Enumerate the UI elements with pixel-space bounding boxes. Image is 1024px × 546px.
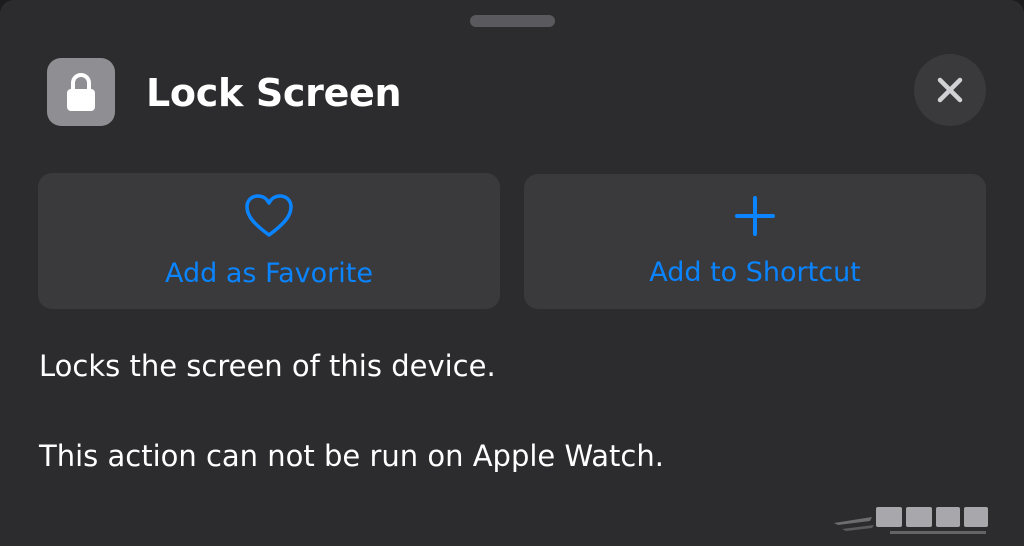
add-to-shortcut-button[interactable]: Add to Shortcut	[524, 174, 986, 309]
action-description: Locks the screen of this device.	[39, 349, 496, 383]
add-as-favorite-label: Add as Favorite	[165, 258, 373, 289]
action-restriction-note: This action can not be run on Apple Watc…	[39, 439, 664, 473]
plus-icon	[733, 194, 777, 242]
add-to-shortcut-label: Add to Shortcut	[649, 257, 861, 288]
close-button[interactable]	[914, 54, 986, 126]
lock-icon	[47, 58, 115, 126]
add-as-favorite-button[interactable]: Add as Favorite	[38, 173, 500, 309]
sheet-title: Lock Screen	[146, 71, 402, 115]
watermark-logo	[832, 503, 992, 539]
close-icon	[937, 77, 963, 103]
sheet-grabber[interactable]	[470, 15, 555, 27]
heart-icon	[244, 193, 294, 243]
action-detail-sheet: Lock Screen Add as Favorite Add to Short…	[0, 0, 1024, 546]
